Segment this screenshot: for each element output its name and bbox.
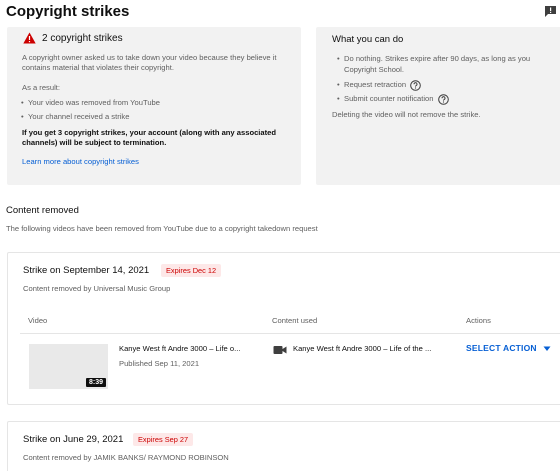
column-header-video: Video (28, 316, 48, 325)
deleting-note: Deleting the video will not remove the s… (332, 110, 481, 119)
termination-warning: If you get 3 copyright strikes, your acc… (22, 128, 277, 148)
select-action-button[interactable]: SELECT ACTION (466, 343, 537, 353)
result-label: As a result: (22, 83, 60, 92)
help-icon[interactable] (437, 94, 449, 105)
what-you-can-do-title: What you can do (332, 34, 404, 45)
feedback-icon[interactable] (544, 5, 557, 17)
removed-by: Content removed by Universal Music Group (23, 284, 171, 293)
content-removed-title: Content removed (6, 205, 79, 216)
strike-card: Strike on September 14, 2021 Expires Dec… (7, 252, 560, 405)
help-icon[interactable] (410, 80, 421, 91)
option-do-nothing-cont: Copyright School. (344, 64, 404, 74)
learn-more-link[interactable]: Learn more about copyright strikes (22, 157, 139, 166)
content-used-title: Kanye West ft Andre 3000 – Life of the .… (293, 344, 432, 353)
strike-title: Strike on September 14, 2021 (23, 265, 150, 276)
owner-explanation: A copyright owner asked us to take down … (22, 53, 277, 73)
video-duration: 8:39 (85, 378, 106, 387)
warning-icon (23, 32, 36, 44)
result-bullet: Your video was removed from YouTube (21, 98, 160, 108)
page-header: Copyright strikes (0, 0, 560, 28)
column-header-content-used: Content used (272, 316, 318, 325)
column-header-actions: Actions (466, 316, 491, 325)
strike-card: Strike on June 29, 2021 Expires Sep 27 C… (7, 421, 560, 471)
option-request-retraction[interactable]: Request retraction (337, 80, 421, 91)
expires-badge: Expires Sep 27 (133, 433, 194, 446)
video-camera-icon (273, 346, 287, 354)
strike-title: Strike on June 29, 2021 (23, 434, 124, 445)
content-removed-subtitle: The following videos have been removed f… (6, 224, 318, 233)
video-thumbnail[interactable]: 8:39 (29, 344, 108, 389)
video-title[interactable]: Kanye West ft Andre 3000 – Life o... (119, 344, 240, 353)
result-bullet: Your channel received a strike (21, 112, 129, 122)
option-do-nothing-text: Do nothing. Strikes expire after 90 days… (344, 54, 531, 63)
option-counter-notification[interactable]: Submit counter notification (337, 94, 449, 105)
divider (20, 333, 560, 334)
page-title: Copyright strikes (6, 3, 130, 20)
strike-count-label: 2 copyright strikes (42, 32, 123, 44)
caret-down-icon[interactable] (543, 346, 551, 352)
expires-badge: Expires Dec 12 (161, 264, 222, 277)
counter-notification-label[interactable]: Submit counter notification (344, 94, 434, 105)
strike-summary-card: 2 copyright strikes A copyright owner as… (7, 27, 301, 185)
video-published-date: Published Sep 11, 2021 (119, 359, 200, 368)
strike-count-heading: 2 copyright strikes (23, 32, 123, 44)
request-retraction-label[interactable]: Request retraction (344, 80, 406, 91)
what-you-can-do-card: What you can do Do nothing. Strikes expi… (316, 27, 560, 185)
removed-by: Content removed by JAMIK BANKS/ RAYMOND … (23, 453, 229, 462)
option-do-nothing: Do nothing. Strikes expire after 90 days… (337, 54, 531, 75)
